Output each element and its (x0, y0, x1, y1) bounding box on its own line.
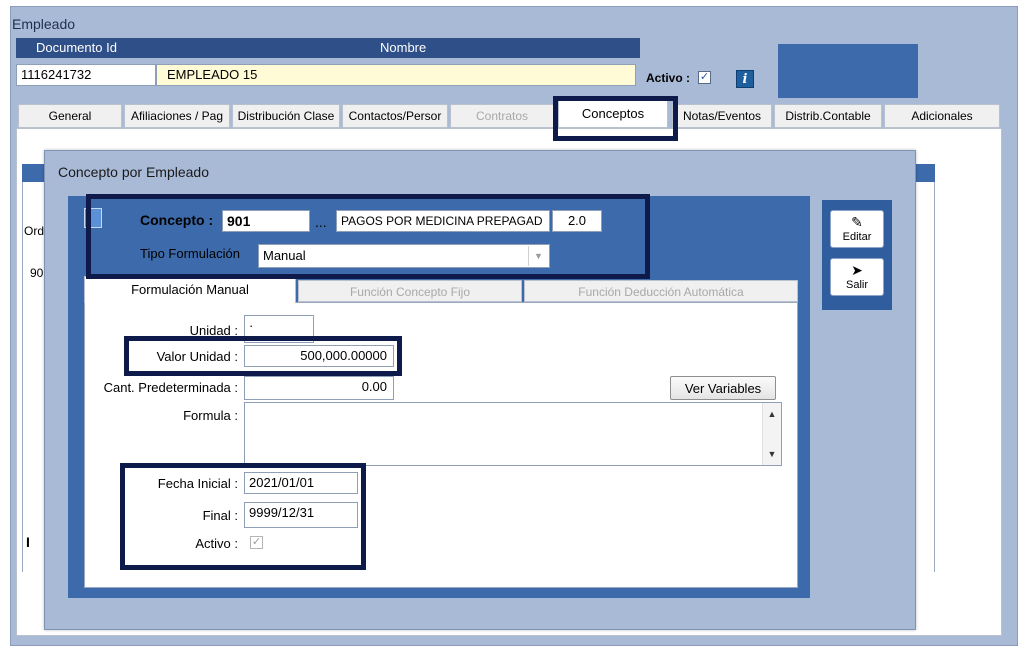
bg-grid-header-right (915, 164, 935, 182)
activo-label: Activo : (646, 71, 691, 85)
scroll-up-icon[interactable]: ▲ (763, 409, 781, 419)
nombre-field[interactable]: EMPLEADO 15 (156, 64, 636, 86)
activo-checkbox[interactable]: ✓ (698, 71, 711, 84)
formula-label: Formula : (183, 408, 238, 423)
tab-distribucion-clase[interactable]: Distribución Clase (232, 104, 340, 128)
edit-document-icon: ✎ (851, 214, 863, 230)
salir-button[interactable]: ➤ Salir (830, 258, 884, 296)
highlight-fechas (120, 463, 366, 570)
bg-grid-header (22, 164, 44, 182)
tab-funcion-deduccion-automatica[interactable]: Función Deducción Automática (524, 280, 798, 302)
tab-funcion-concepto-fijo[interactable]: Función Concepto Fijo (298, 280, 522, 302)
highlight-conceptos-tab (553, 96, 678, 141)
modal-title: Concepto por Empleado (58, 164, 209, 180)
bg-grid-left (22, 182, 44, 572)
tab-contratos[interactable]: Contratos (450, 104, 554, 128)
cant-predeterminada-label: Cant. Predeterminada : (103, 380, 238, 395)
tab-afiliaciones[interactable]: Afiliaciones / Pag (124, 104, 230, 128)
tab-general[interactable]: General (18, 104, 122, 128)
formula-scrollbar[interactable]: ▲ ▼ (762, 403, 781, 465)
highlight-valor-unidad (124, 336, 402, 376)
formula-textarea[interactable] (244, 402, 782, 466)
info-icon[interactable]: i (736, 70, 754, 88)
editar-label: Editar (842, 231, 872, 243)
photo-box (778, 44, 918, 98)
cant-predeterminada-field[interactable]: 0.00 (244, 376, 394, 400)
bg-grid-right (915, 182, 935, 572)
tab-formulacion-manual[interactable]: Formulación Manual (84, 276, 296, 303)
bg-grid-mark: I (26, 534, 30, 550)
tab-contactos[interactable]: Contactos/Persor (342, 104, 448, 128)
scroll-down-icon[interactable]: ▼ (763, 449, 781, 459)
tab-notas-eventos[interactable]: Notas/Eventos (672, 104, 772, 128)
documento-id-field[interactable]: 1116241732 (16, 64, 156, 86)
documento-id-label: Documento Id (36, 40, 117, 55)
tab-adicionales[interactable]: Adicionales (884, 104, 1000, 128)
exit-door-icon: ➤ (851, 262, 863, 278)
nombre-label: Nombre (380, 40, 427, 55)
ver-variables-button[interactable]: Ver Variables (670, 376, 776, 400)
window-title: Empleado (12, 16, 76, 32)
bg-grid-row-value: 90 (30, 266, 44, 280)
tab-distrib-contable[interactable]: Distrib.Contable (774, 104, 882, 128)
bg-grid-column-label: Ord (24, 224, 45, 238)
highlight-concepto-section (86, 194, 650, 279)
salir-label: Salir (845, 279, 868, 291)
editar-button[interactable]: ✎ Editar (830, 210, 884, 248)
